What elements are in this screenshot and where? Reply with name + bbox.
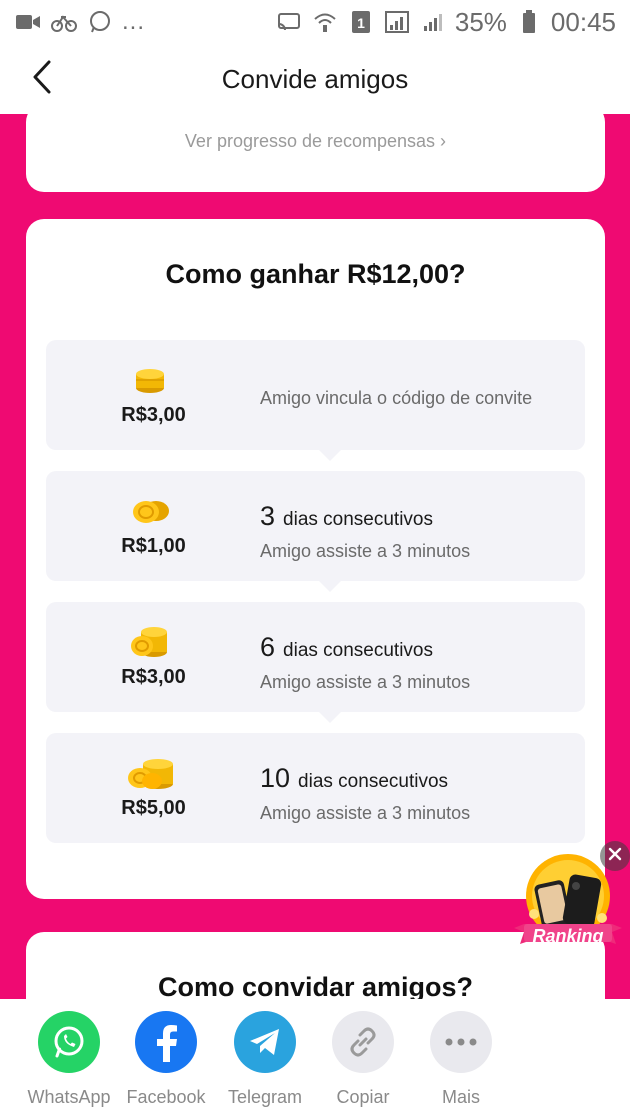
step-subtext: Amigo assiste a 3 minutos [260, 541, 471, 561]
days-count: 10 [260, 763, 291, 793]
days-count: 3 [260, 501, 276, 531]
share-label: Copiar [336, 1087, 390, 1107]
how-to-invite-title: Como convidar amigos? [157, 972, 474, 999]
coins-icon [128, 493, 172, 527]
step-subtext: Amigo assiste a 3 minutos [260, 803, 471, 823]
status-bar-right: 1 35% 00:45 [275, 7, 616, 38]
share-more-button[interactable]: Mais [413, 1011, 509, 1108]
share-label: Facebook [126, 1087, 206, 1107]
close-icon [608, 847, 622, 866]
share-label: Mais [441, 1087, 480, 1107]
ranking-label: Ranking [532, 926, 604, 946]
cast-icon [275, 8, 303, 36]
earn-step: R$1,00 3 dias consecutivos Amigo assiste… [46, 471, 585, 581]
back-button[interactable] [22, 56, 62, 102]
earn-step: R$3,00 Amigo vincula o código de convite [46, 340, 585, 450]
app-header: Convide amigos [0, 44, 630, 114]
share-telegram-button[interactable]: Telegram [217, 1011, 313, 1108]
sim1-icon: 1 [347, 8, 375, 36]
clock: 00:45 [550, 6, 616, 37]
reward-amount: R$5,00 [121, 797, 186, 819]
link-icon [332, 1011, 394, 1073]
reward-amount: R$1,00 [121, 535, 186, 557]
share-label: WhatsApp [27, 1087, 111, 1107]
reward-amount: R$3,00 [121, 666, 186, 688]
close-ranking-button[interactable] [600, 841, 630, 871]
status-bar: ... 1 35% 00:45 [0, 0, 630, 44]
earn-step: R$3,00 6 dias consecutivos Amigo assiste… [46, 602, 585, 712]
step-connector [319, 712, 341, 723]
reward-amount: R$3,00 [121, 404, 186, 426]
page-title: Convide amigos [221, 63, 409, 94]
earn-step: R$5,00 10 dias consecutivos Amigo assist… [46, 733, 585, 843]
days-line: 6 dias consecutivos [260, 632, 433, 663]
how-to-earn-card: Como ganhar R$12,00? R$3,00 Amigo vincul… [26, 219, 605, 899]
days-label: dias consecutivos [283, 509, 433, 530]
more-icon [430, 1011, 492, 1073]
rewards-card: Ver progresso de recompensas › [26, 114, 605, 192]
whatsapp-icon [38, 1011, 100, 1073]
step-connector [319, 581, 341, 592]
coin-stack-icon [128, 362, 172, 396]
telegram-icon [234, 1011, 296, 1073]
battery-icon [515, 8, 543, 36]
whatsapp-icon [86, 8, 114, 36]
days-label: dias consecutivos [283, 640, 433, 661]
signal-icon [419, 8, 447, 36]
coins-icon [128, 624, 172, 658]
bike-icon [50, 8, 78, 36]
step-description: Amigo vincula o código de convite [260, 388, 533, 408]
days-line: 3 dias consecutivos [260, 501, 433, 532]
signal-icon [383, 8, 411, 36]
progress-link[interactable]: Ver progresso de recompensas › [185, 131, 446, 152]
more-notifications: ... [122, 8, 146, 35]
share-bar: WhatsApp Facebook Telegram Copiar Mais [0, 999, 630, 1120]
facebook-icon [135, 1011, 197, 1073]
share-label: Telegram [227, 1087, 303, 1107]
days-count: 6 [260, 632, 276, 662]
battery-percent: 35% [454, 6, 507, 37]
share-copy-button[interactable]: Copiar [315, 1011, 411, 1108]
chevron-left-icon [31, 59, 53, 100]
status-bar-left: ... [14, 8, 145, 36]
step-subtext: Amigo assiste a 3 minutos [260, 672, 471, 692]
days-line: 10 dias consecutivos [260, 763, 448, 794]
share-whatsapp-button[interactable]: WhatsApp [21, 1011, 117, 1108]
wifi-icon [311, 8, 339, 36]
how-to-earn-title: Como ganhar R$12,00? [165, 259, 466, 289]
svg-text:1: 1 [357, 15, 365, 31]
coins-icon [124, 755, 178, 789]
video-icon [14, 8, 42, 36]
step-connector [319, 450, 341, 461]
days-label: dias consecutivos [298, 771, 449, 792]
share-facebook-button[interactable]: Facebook [118, 1011, 214, 1108]
